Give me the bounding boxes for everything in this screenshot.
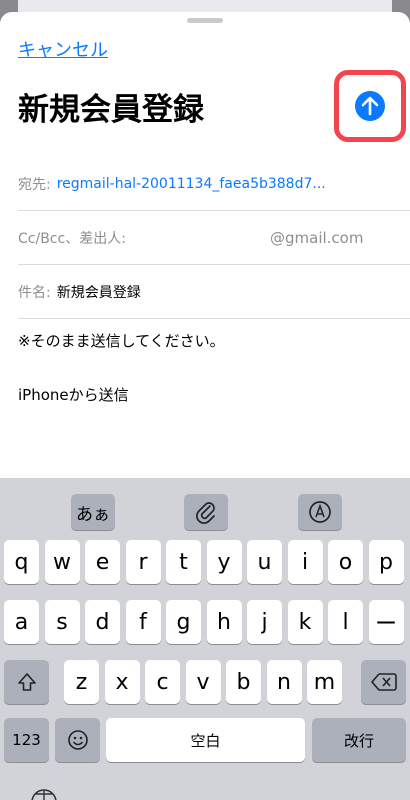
to-label: 宛先: xyxy=(18,176,51,193)
numbers-key[interactable]: 123 xyxy=(4,718,49,762)
key-h[interactable]: h xyxy=(206,600,242,644)
cancel-button[interactable]: キャンセル xyxy=(18,36,108,62)
key-y[interactable]: y xyxy=(206,540,242,584)
attachment-key[interactable] xyxy=(184,494,228,530)
send-highlight-frame xyxy=(334,70,406,142)
key-o[interactable]: o xyxy=(328,540,363,584)
cc-bcc-label: Cc/Bcc、差出人: xyxy=(18,230,126,247)
to-recipient[interactable]: regmail-hal-20011134_faea5b388d7... xyxy=(57,176,326,192)
shift-key[interactable] xyxy=(4,660,49,704)
paperclip-icon xyxy=(196,502,215,524)
keyboard: あぁ qwertyuiop asdfghjklー zxcvbnm 123 空白 … xyxy=(0,478,410,800)
key-t[interactable]: t xyxy=(166,540,201,584)
key-s[interactable]: s xyxy=(44,600,80,644)
key-a[interactable]: a xyxy=(4,600,39,644)
key-i[interactable]: i xyxy=(287,540,323,584)
key-b[interactable]: b xyxy=(226,660,261,704)
subject-field[interactable]: 件名: 新規会員登録 xyxy=(18,265,410,319)
signature-line[interactable]: iPhoneから送信 xyxy=(18,384,129,405)
key-q[interactable]: q xyxy=(4,540,39,584)
key-g[interactable]: g xyxy=(166,600,201,644)
key-e[interactable]: e xyxy=(85,540,120,584)
key-j[interactable]: j xyxy=(247,600,282,644)
key-w[interactable]: w xyxy=(44,540,80,584)
markup-key[interactable] xyxy=(298,494,342,530)
subject-label: 件名: xyxy=(18,284,51,301)
send-button[interactable] xyxy=(355,91,385,121)
key-f[interactable]: f xyxy=(125,600,161,644)
cc-bcc-field[interactable]: Cc/Bcc、差出人: @gmail.com xyxy=(18,211,410,265)
body-text-line-1[interactable]: ※そのまま送信してください。 xyxy=(18,330,225,351)
key-n[interactable]: n xyxy=(266,660,302,704)
backspace-icon xyxy=(370,673,397,691)
delete-key[interactable] xyxy=(361,660,406,704)
sheet-grabber[interactable] xyxy=(187,18,223,23)
key-x[interactable]: x xyxy=(104,660,140,704)
key-m[interactable]: m xyxy=(307,660,342,704)
arrow-up-icon xyxy=(361,96,379,116)
key-d[interactable]: d xyxy=(85,600,120,644)
emoji-key[interactable] xyxy=(55,718,100,762)
key-z[interactable]: z xyxy=(64,660,99,704)
emoji-icon xyxy=(67,730,88,750)
to-field[interactable]: 宛先: regmail-hal-20011134_faea5b388d7... xyxy=(18,157,410,211)
return-key[interactable]: 改行 xyxy=(312,718,406,762)
key-c[interactable]: c xyxy=(145,660,180,704)
key-p[interactable]: p xyxy=(368,540,404,584)
space-key[interactable]: 空白 xyxy=(106,718,305,762)
key-k[interactable]: k xyxy=(287,600,323,644)
key-r[interactable]: r xyxy=(125,540,161,584)
subject-input[interactable]: 新規会員登録 xyxy=(57,282,141,302)
kana-key[interactable]: あぁ xyxy=(71,494,115,530)
globe-icon[interactable] xyxy=(30,788,58,800)
key-v[interactable]: v xyxy=(185,660,221,704)
key-long-vowel[interactable]: ー xyxy=(368,600,404,644)
markup-pen-icon xyxy=(309,501,331,523)
key-u[interactable]: u xyxy=(247,540,282,584)
compose-title: 新規会員登録 xyxy=(18,92,204,128)
key-l[interactable]: l xyxy=(328,600,363,644)
from-address[interactable]: @gmail.com xyxy=(270,229,363,247)
shift-icon xyxy=(17,673,36,691)
